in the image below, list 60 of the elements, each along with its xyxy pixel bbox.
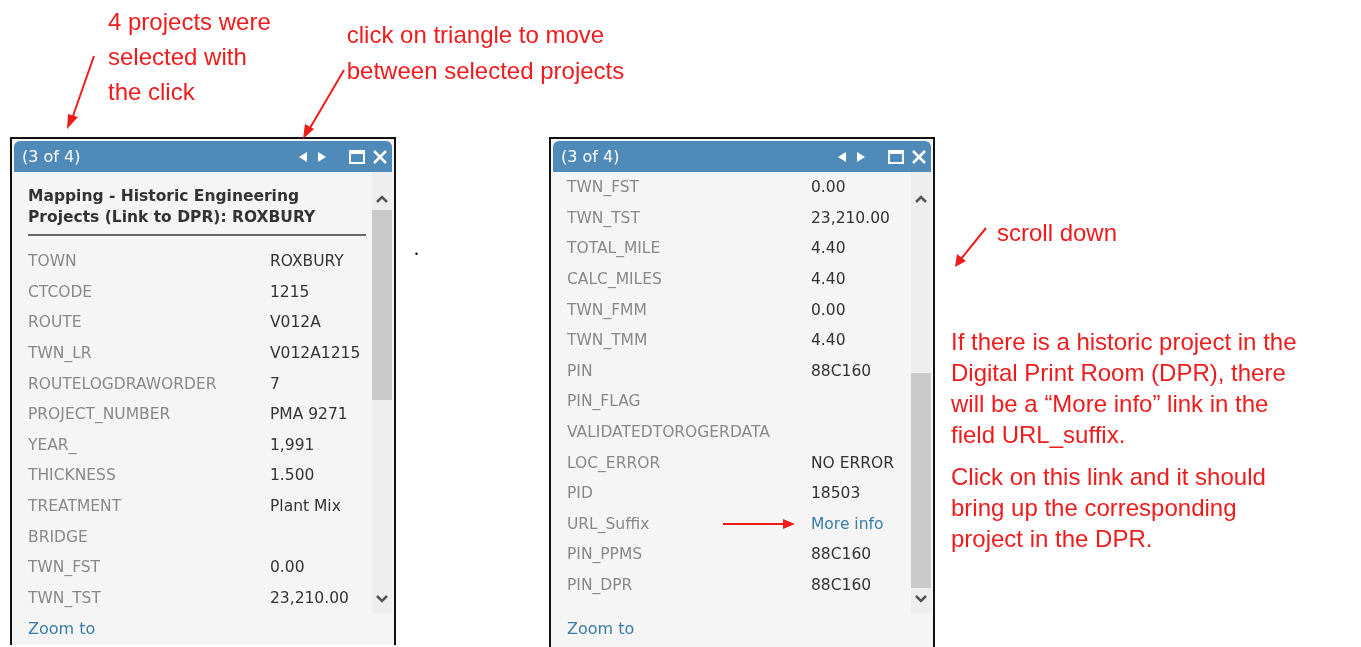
- popup-counter: (3 of 4): [22, 147, 81, 166]
- annotation-paragraph: Click on this link and it should bring up the corresponding project in the DPR.: [951, 462, 1267, 554]
- field-label: TWN_TST: [28, 588, 101, 607]
- field-value: ROXBURY: [270, 252, 344, 271]
- field-label: PIN_FLAG: [567, 392, 641, 411]
- field-label: TWN_FST: [567, 178, 640, 197]
- field-value: 1215: [270, 282, 310, 301]
- popup-title: Mapping - Historic Engineering Projects (Link to DPR): ROXBURY: [28, 182, 366, 236]
- field-value: V012A: [270, 313, 321, 332]
- zoom-to-link[interactable]: Zoom to: [567, 619, 635, 638]
- field-value: 18503: [811, 484, 861, 503]
- field-label: VALIDATEDTOROGERDATA: [567, 423, 770, 442]
- field-label: TOWN: [28, 252, 77, 271]
- field-value: 0.00: [811, 178, 846, 197]
- field-label: TREATMENT: [28, 497, 122, 516]
- field-label: TWN_TMM: [567, 331, 648, 350]
- annotation-paragraph: If there is a historic project in the Digital Print Room (DPR), there will be a “More info” link in the field URL_suffix.: [951, 327, 1297, 450]
- field-label: YEAR_: [28, 435, 77, 454]
- field-value: 1.500: [270, 466, 315, 485]
- field-label: PIN: [567, 361, 593, 380]
- field-label: CALC_MILES: [567, 270, 662, 289]
- more-info-link[interactable]: More info: [811, 514, 884, 533]
- field-value: PMA 9271: [270, 405, 348, 424]
- field-value: 88C160: [811, 576, 872, 594]
- field-label: LOC_ERROR: [567, 453, 661, 472]
- field-label: ROUTELOGDRAWORDER: [28, 374, 217, 393]
- field-label: PIN_DPR: [567, 576, 633, 594]
- field-label: PID: [567, 484, 593, 503]
- field-label: PROJECT_NUMBER: [28, 405, 171, 424]
- annotation-text: click on triangle to move between selected projects: [346, 20, 625, 86]
- field-value: 4.40: [811, 239, 846, 258]
- field-label: THICKNESS: [28, 466, 116, 485]
- field-label: PIN_PPMS: [567, 545, 643, 564]
- field-value: 7: [270, 374, 280, 393]
- annotation-text: 4 projects were selected with the click: [108, 7, 271, 107]
- field-label: TOTAL_MILE: [567, 239, 661, 258]
- field-value: NO ERROR: [811, 453, 895, 472]
- field-value: 0.00: [270, 558, 305, 577]
- field-label: ROUTE: [28, 313, 82, 332]
- annotation-text: scroll down: [997, 220, 1118, 246]
- field-value: 23,210.00: [270, 588, 349, 607]
- popup-counter: (3 of 4): [561, 147, 620, 166]
- field-value: 88C160: [811, 361, 872, 380]
- field-label: CTCODE: [28, 282, 93, 301]
- zoom-to-link[interactable]: Zoom to: [28, 619, 96, 638]
- field-value: 23,210.00: [811, 208, 890, 227]
- field-label: TWN_TST: [567, 208, 640, 227]
- field-value: V012A1215: [270, 344, 361, 363]
- field-value: 1,991: [270, 435, 315, 454]
- field-value: Plant Mix: [270, 497, 341, 516]
- field-value: 4.40: [811, 270, 846, 289]
- field-label: TWN_LR: [28, 344, 92, 363]
- field-label: URL_Suffix: [567, 514, 650, 533]
- field-label: TWN_FMM: [567, 300, 647, 319]
- field-label: BRIDGE: [28, 527, 88, 546]
- stray-mark: .: [414, 237, 419, 259]
- field-value: 88C160: [811, 545, 872, 564]
- field-value: 4.40: [811, 331, 846, 350]
- field-label: TWN_FST: [28, 558, 101, 577]
- field-value: 0.00: [811, 300, 846, 319]
